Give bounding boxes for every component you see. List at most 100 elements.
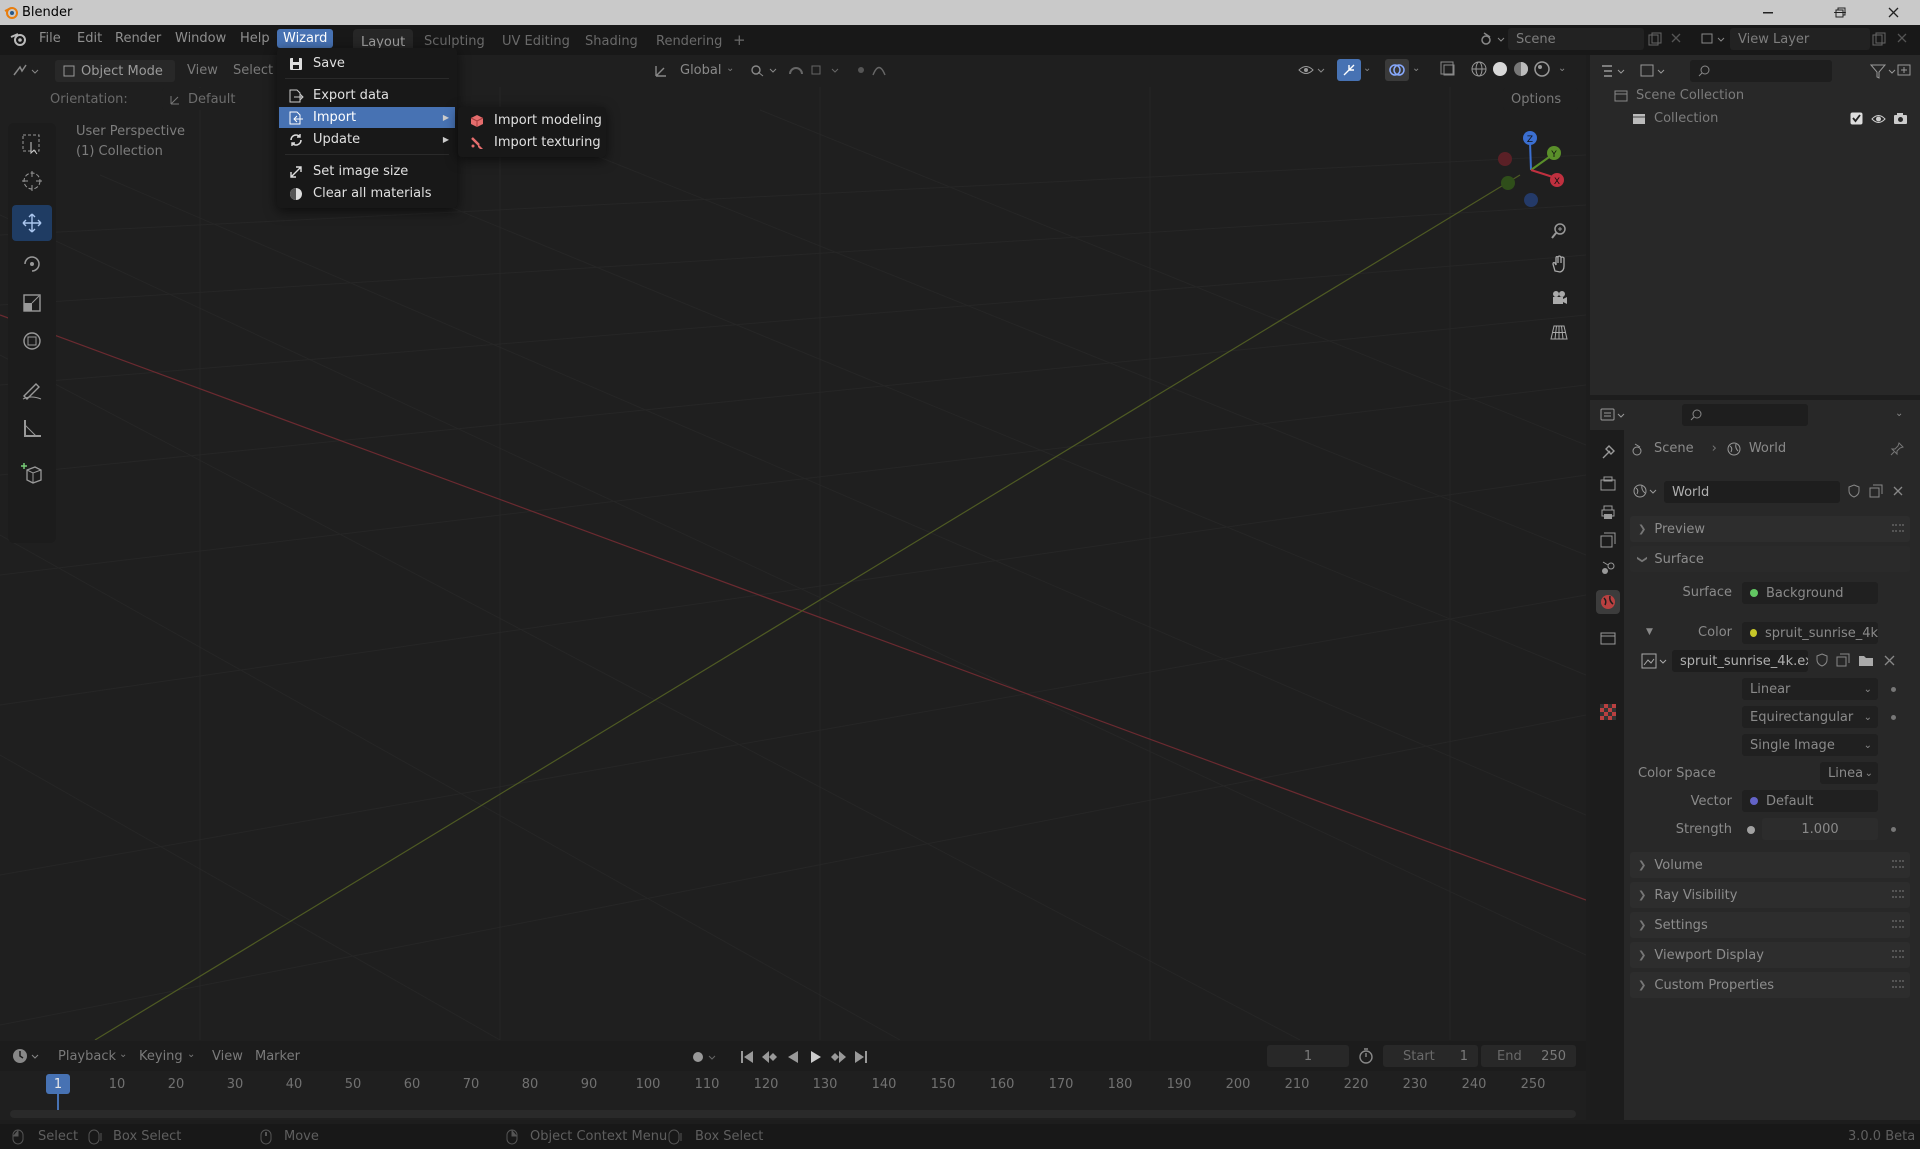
panel-custom-properties[interactable]: ❯ Custom Properties — [1630, 972, 1910, 998]
delete-scene-icon[interactable] — [1670, 32, 1682, 44]
panel-viewport-display[interactable]: ❯ Viewport Display — [1630, 942, 1910, 968]
pan-button[interactable] — [1545, 250, 1573, 278]
menu-window[interactable]: Window — [175, 31, 226, 46]
jump-start-icon[interactable] — [740, 1050, 754, 1064]
panel-settings[interactable]: ❯ Settings — [1630, 912, 1910, 938]
tab-collection[interactable] — [1598, 628, 1618, 648]
menu-item-export-data[interactable]: Export data — [279, 85, 455, 106]
panel-volume[interactable]: ❯ Volume — [1630, 852, 1910, 878]
mode-selector[interactable]: Object Mode — [55, 60, 175, 82]
image-name-field[interactable]: spruit_sunrise_4k.exr — [1672, 650, 1808, 672]
stopwatch-icon[interactable] — [1358, 1048, 1374, 1064]
tab-uv-editing[interactable]: UV Editing — [502, 34, 570, 49]
menu-help[interactable]: Help — [240, 31, 270, 46]
properties-dropdown-icon[interactable]: ⌄ — [1895, 408, 1903, 419]
drag-grip-icon[interactable] — [1892, 890, 1904, 898]
annotate-tool[interactable] — [12, 372, 52, 408]
add-workspace-button[interactable]: + — [733, 31, 746, 49]
tab-texture[interactable] — [1598, 702, 1618, 722]
menu-render[interactable]: Render — [115, 31, 161, 46]
visibility-icon[interactable] — [1298, 62, 1328, 78]
scene-selector[interactable]: Scene — [1508, 28, 1644, 50]
drag-grip-icon[interactable] — [1892, 920, 1904, 928]
display-mode-icon[interactable] — [1640, 63, 1668, 79]
world-name-field[interactable]: World — [1664, 481, 1840, 503]
keyframe-dot-icon[interactable] — [1891, 827, 1896, 832]
options-dropdown[interactable]: Options — [1503, 88, 1578, 110]
timeline-scrollbar[interactable] — [10, 1110, 1576, 1118]
outliner-row-scene-collection[interactable]: Scene Collection — [1614, 88, 1744, 103]
tab-tool[interactable] — [1598, 442, 1618, 462]
outliner-search-input[interactable] — [1690, 60, 1832, 82]
wireframe-shading-icon[interactable] — [1470, 60, 1488, 78]
cursor-tool[interactable] — [12, 163, 52, 199]
close-button[interactable] — [1870, 0, 1916, 25]
blender-menu-icon[interactable] — [10, 31, 28, 47]
menu-select[interactable]: Select — [233, 63, 273, 78]
tab-render[interactable] — [1598, 474, 1618, 494]
drag-grip-icon[interactable] — [1892, 950, 1904, 958]
menu-item-save[interactable]: Save — [279, 53, 455, 74]
image-browse-icon[interactable] — [1641, 653, 1671, 669]
move-tool[interactable] — [12, 205, 52, 241]
play-reverse-icon[interactable] — [786, 1050, 800, 1064]
tab-scene[interactable] — [1598, 558, 1618, 578]
interpolation-dropdown[interactable]: Linear ⌄ — [1742, 678, 1878, 700]
color-input-field[interactable]: spruit_sunrise_4k.... — [1742, 622, 1878, 644]
measure-tool[interactable] — [12, 410, 52, 446]
orientation-selector[interactable]: Default — [162, 88, 272, 110]
overlays-dropdown-icon[interactable]: ⌄ — [1412, 63, 1420, 74]
menu-item-import-modeling[interactable]: Import modeling — [460, 110, 604, 131]
delete-view-layer-icon[interactable] — [1896, 32, 1908, 44]
end-frame-field[interactable]: End 250 — [1481, 1045, 1576, 1067]
select-box-tool[interactable] — [12, 126, 52, 162]
menu-wizard[interactable]: Wizard — [277, 29, 334, 48]
folder-icon[interactable] — [1858, 653, 1874, 667]
image-unlink-icon[interactable] — [1884, 655, 1895, 666]
tab-world[interactable] — [1596, 590, 1620, 614]
proportional-editing-icon[interactable] — [855, 62, 895, 78]
menu-playback[interactable]: Playback — [58, 1049, 116, 1064]
new-view-layer-icon[interactable] — [1872, 32, 1886, 46]
rotate-tool[interactable] — [12, 246, 52, 282]
tab-view-layer[interactable] — [1598, 530, 1618, 550]
source-dropdown[interactable]: Single Image ⌄ — [1742, 734, 1878, 756]
menu-file[interactable]: File — [39, 31, 61, 46]
duplicate-icon[interactable] — [1869, 484, 1883, 498]
gizmo-dropdown-icon[interactable]: ⌄ — [1363, 63, 1371, 74]
shading-dropdown-icon[interactable]: ⌄ — [1558, 63, 1566, 74]
surface-shader-field[interactable]: Background — [1742, 582, 1878, 604]
vector-input-field[interactable]: Default — [1742, 790, 1878, 812]
color-space-dropdown[interactable]: Linea ⌄ — [1820, 762, 1878, 784]
projection-toggle-button[interactable] — [1545, 318, 1573, 346]
editor-type-icon[interactable] — [12, 63, 40, 79]
breadcrumb-world[interactable]: World — [1749, 441, 1786, 456]
new-collection-icon[interactable] — [1896, 61, 1912, 77]
breadcrumb-scene[interactable]: Scene — [1654, 441, 1694, 456]
gizmo-toggle-icon[interactable] — [1337, 59, 1361, 81]
menu-item-update[interactable]: Update ▶ — [279, 129, 455, 150]
menu-marker[interactable]: Marker — [255, 1049, 300, 1064]
properties-search-input[interactable] — [1682, 404, 1808, 426]
scene-icon[interactable] — [1480, 31, 1506, 47]
world-datablock-icon[interactable] — [1632, 483, 1660, 499]
xray-toggle-icon[interactable] — [1440, 61, 1456, 77]
transform-orientation-value[interactable]: Global — [680, 63, 721, 78]
keyframe-dot-icon[interactable] — [1891, 715, 1896, 720]
exclude-checkbox-icon[interactable] — [1850, 112, 1863, 125]
menu-keying[interactable]: Keying — [139, 1049, 183, 1064]
view-layer-selector[interactable]: View Layer — [1730, 28, 1870, 50]
panel-ray-visibility[interactable]: ❯ Ray Visibility — [1630, 882, 1910, 908]
menu-view[interactable]: View — [187, 63, 218, 78]
projection-dropdown[interactable]: Equirectangular ⌄ — [1742, 706, 1878, 728]
prev-keyframe-icon[interactable] — [761, 1050, 779, 1064]
3d-viewport[interactable]: Object Mode View Select Global ⌄ ⌄ ⌄ ⌄ O… — [0, 55, 1586, 1040]
camera-view-button[interactable] — [1545, 284, 1573, 312]
zoom-button[interactable] — [1545, 217, 1573, 245]
fake-user-shield-icon[interactable] — [1847, 484, 1861, 498]
tab-rendering[interactable]: Rendering — [656, 34, 722, 49]
minimize-button-2[interactable] — [1745, 0, 1791, 25]
scale-tool[interactable] — [12, 285, 52, 321]
transform-tool[interactable] — [12, 323, 52, 359]
timeline-editor-type-icon[interactable] — [12, 1047, 42, 1065]
